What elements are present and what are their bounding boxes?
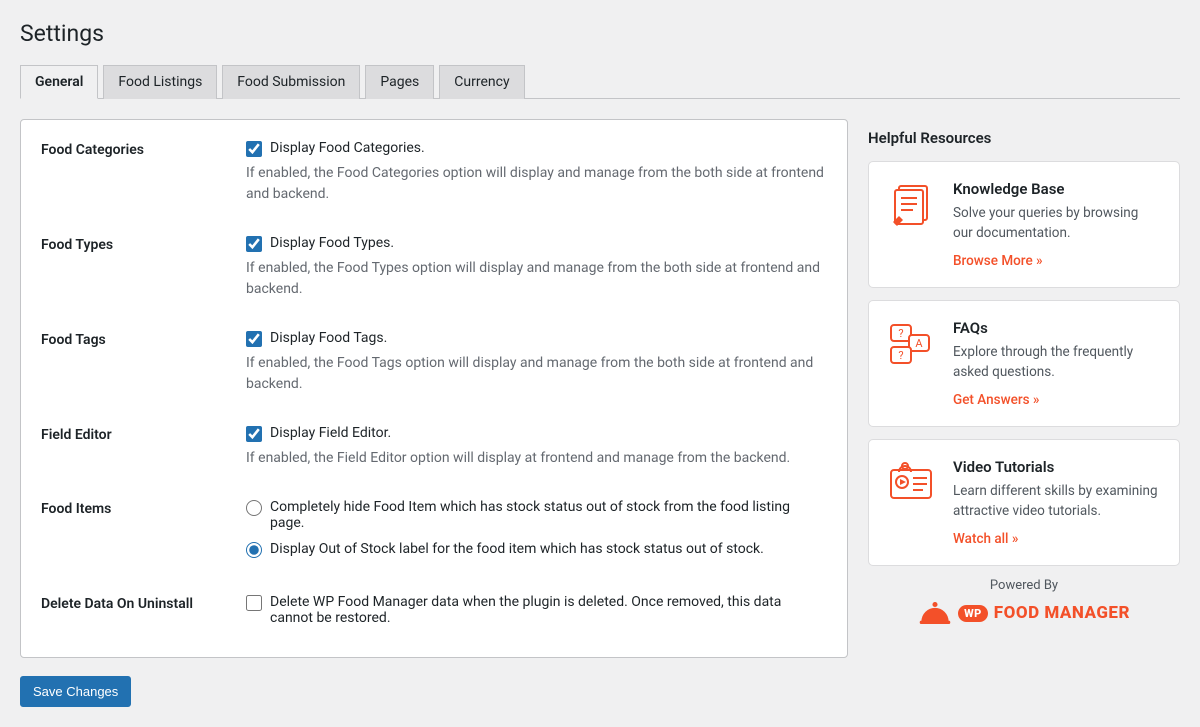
faq-icon: ? A ?	[887, 319, 935, 367]
resource-text: Explore through the frequently asked que…	[953, 343, 1161, 382]
radio-show-label-out-of-stock[interactable]	[246, 542, 262, 558]
checkbox-field-editor[interactable]	[246, 426, 262, 442]
save-changes-button[interactable]: Save Changes	[20, 676, 131, 707]
brand-logo: WP FOOD MANAGER	[868, 601, 1180, 625]
checkbox-label-delete-data: Delete WP Food Manager data when the plu…	[270, 594, 827, 626]
row-delete-data: Delete Data On Uninstall Delete WP Food …	[41, 594, 827, 632]
resource-text: Learn different skills by examining attr…	[953, 482, 1161, 521]
tab-currency[interactable]: Currency	[439, 65, 524, 99]
row-food-tags: Food Tags Display Food Tags. If enabled,…	[41, 330, 827, 395]
row-field-editor: Field Editor Display Field Editor. If en…	[41, 425, 827, 469]
checkbox-food-tags[interactable]	[246, 331, 262, 347]
resource-link-get-answers[interactable]: Get Answers »	[953, 392, 1039, 408]
resource-card-knowledge-base: Knowledge Base Solve your queries by bro…	[868, 161, 1180, 288]
checkbox-food-types[interactable]	[246, 236, 262, 252]
desc-food-tags: If enabled, the Food Tags option will di…	[246, 353, 827, 395]
checkbox-label-field-editor: Display Field Editor.	[270, 425, 391, 441]
checkbox-food-categories[interactable]	[246, 141, 262, 157]
powered-by-label: Powered By	[868, 578, 1180, 593]
sidebar: Helpful Resources Knowledge Base Solve y…	[868, 119, 1180, 625]
resource-title: Knowledge Base	[953, 180, 1161, 198]
radio-hide-out-of-stock[interactable]	[246, 500, 262, 516]
resource-link-browse-more[interactable]: Browse More »	[953, 253, 1043, 269]
cloche-icon	[918, 601, 952, 625]
row-food-categories: Food Categories Display Food Categories.…	[41, 140, 827, 205]
label-food-tags: Food Tags	[41, 330, 246, 395]
desc-food-types: If enabled, the Food Types option will d…	[246, 258, 827, 300]
video-icon	[887, 458, 935, 506]
radio-label-hide: Completely hide Food Item which has stoc…	[270, 499, 827, 531]
checkbox-label-food-types: Display Food Types.	[270, 235, 394, 251]
row-food-types: Food Types Display Food Types. If enable…	[41, 235, 827, 300]
checkbox-label-food-tags: Display Food Tags.	[270, 330, 387, 346]
resource-text: Solve your queries by browsing our docum…	[953, 204, 1161, 243]
row-food-items: Food Items Completely hide Food Item whi…	[41, 499, 827, 564]
svg-text:A: A	[915, 337, 923, 350]
tab-pages[interactable]: Pages	[365, 65, 434, 99]
desc-food-categories: If enabled, the Food Categories option w…	[246, 163, 827, 205]
settings-tabs: General Food Listings Food Submission Pa…	[20, 65, 1180, 99]
label-food-categories: Food Categories	[41, 140, 246, 205]
label-food-types: Food Types	[41, 235, 246, 300]
checkbox-label-food-categories: Display Food Categories.	[270, 140, 425, 156]
label-field-editor: Field Editor	[41, 425, 246, 469]
tab-food-listings[interactable]: Food Listings	[103, 65, 217, 99]
radio-label-show: Display Out of Stock label for the food …	[270, 541, 764, 557]
desc-field-editor: If enabled, the Field Editor option will…	[246, 448, 827, 469]
tab-food-submission[interactable]: Food Submission	[222, 65, 360, 99]
svg-text:?: ?	[898, 349, 903, 362]
checkbox-delete-data[interactable]	[246, 595, 262, 611]
sidebar-heading: Helpful Resources	[868, 129, 1180, 147]
svg-text:?: ?	[898, 327, 903, 340]
brand-name: FOOD MANAGER	[994, 603, 1130, 623]
brand-prefix: WP	[958, 605, 988, 622]
resource-card-video-tutorials: Video Tutorials Learn different skills b…	[868, 439, 1180, 566]
label-delete-data: Delete Data On Uninstall	[41, 594, 246, 632]
resource-card-faqs: ? A ? FAQs Explore through the frequentl…	[868, 300, 1180, 427]
tab-general[interactable]: General	[20, 65, 98, 99]
page-title: Settings	[20, 20, 1180, 47]
document-icon	[887, 180, 935, 228]
resource-title: FAQs	[953, 319, 1161, 337]
settings-panel: Food Categories Display Food Categories.…	[20, 119, 848, 658]
resource-link-watch-all[interactable]: Watch all »	[953, 531, 1018, 547]
label-food-items: Food Items	[41, 499, 246, 564]
resource-title: Video Tutorials	[953, 458, 1161, 476]
